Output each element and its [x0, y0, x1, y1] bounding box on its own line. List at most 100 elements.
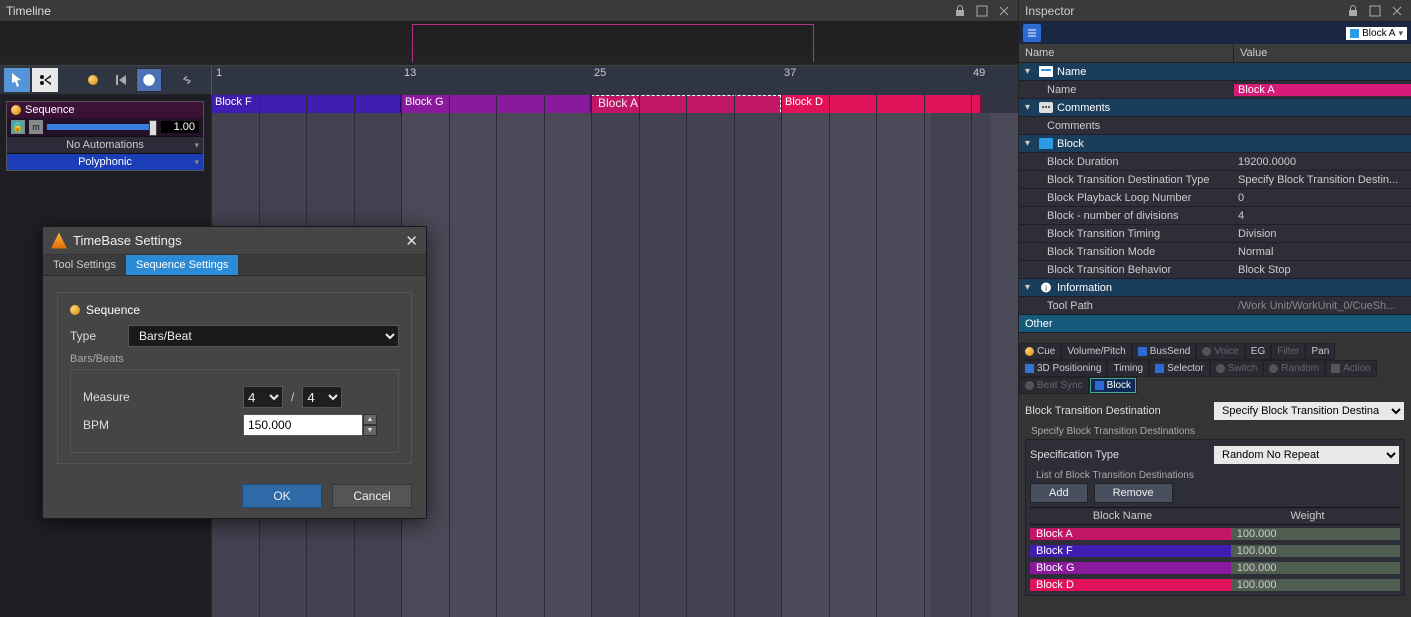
- block-d[interactable]: Block D: [781, 95, 981, 113]
- prop-block-duration[interactable]: Block Duration19200.0000: [1019, 153, 1411, 171]
- col-value: Value: [1234, 44, 1273, 62]
- prop-behavior[interactable]: Block Transition BehaviorBlock Stop: [1019, 261, 1411, 279]
- prop-mode[interactable]: Block Transition ModeNormal: [1019, 243, 1411, 261]
- measure-den[interactable]: 4: [302, 386, 342, 408]
- section-block[interactable]: ▾Block: [1019, 135, 1411, 153]
- btd-select[interactable]: Specify Block Transition Destina: [1213, 401, 1405, 421]
- prop-div[interactable]: Block - number of divisions4: [1019, 207, 1411, 225]
- bpm-down-icon[interactable]: ▼: [363, 425, 377, 436]
- marker-strip: [0, 22, 1018, 66]
- sequence-box[interactable]: Sequence 🔒 m 1.00 No Automations Polypho…: [6, 101, 204, 171]
- tab-volpitch[interactable]: Volume/Pitch: [1061, 343, 1131, 360]
- type-select[interactable]: Bars/Beat: [128, 325, 399, 347]
- automations-select[interactable]: No Automations: [7, 136, 203, 153]
- metronome-icon[interactable]: [136, 68, 162, 92]
- tab-tool-settings[interactable]: Tool Settings: [43, 255, 126, 275]
- bpm-input[interactable]: [243, 414, 363, 436]
- lock-mini-icon[interactable]: 🔒: [11, 120, 25, 134]
- tab-sequence-settings[interactable]: Sequence Settings: [126, 255, 238, 275]
- measure-num[interactable]: 4: [243, 386, 283, 408]
- pos3d-icon: [1025, 364, 1034, 373]
- type-label: Type: [70, 329, 120, 343]
- selection-bracket: [412, 24, 814, 62]
- goto-icon[interactable]: [108, 68, 134, 92]
- spec-caption: Specify Block Transition Destinations: [1025, 424, 1405, 439]
- ruler-mark: 1: [216, 67, 222, 79]
- cue-dot-icon: [11, 105, 21, 115]
- tab-beatsync[interactable]: Beat Sync: [1019, 377, 1089, 394]
- tab-cue[interactable]: Cue: [1019, 343, 1061, 360]
- timeline-toolbar: [0, 66, 211, 95]
- prop-loop[interactable]: Block Playback Loop Number0: [1019, 189, 1411, 207]
- bpm-label: BPM: [83, 418, 243, 432]
- sequence-title: Sequence: [25, 104, 75, 116]
- list-view-icon[interactable]: [1023, 24, 1041, 42]
- property-columns-header: Name Value: [1019, 44, 1411, 63]
- property-grid: ▾Name NameBlock A ▾Comments Comments ▾Bl…: [1019, 63, 1411, 333]
- maximize-icon[interactable]: [1367, 3, 1383, 19]
- timeline-ruler[interactable]: 1 13 25 37 49: [211, 66, 1018, 95]
- close-panel-icon[interactable]: [996, 3, 1012, 19]
- link-icon[interactable]: [174, 68, 200, 92]
- tab-voice[interactable]: Voice: [1196, 343, 1244, 360]
- ok-button[interactable]: OK: [242, 484, 322, 508]
- lock-icon[interactable]: [952, 3, 968, 19]
- cue-dot-icon: [70, 305, 80, 315]
- group-title: Sequence: [86, 303, 140, 317]
- dest-row[interactable]: Block G100.000: [1030, 559, 1400, 576]
- remove-button[interactable]: Remove: [1094, 483, 1173, 503]
- add-button[interactable]: Add: [1030, 483, 1088, 503]
- prop-btdt[interactable]: Block Transition Destination TypeSpecify…: [1019, 171, 1411, 189]
- tab-filter[interactable]: Filter: [1271, 343, 1305, 360]
- spec-type-label: Specification Type: [1030, 449, 1207, 461]
- dialog-titlebar[interactable]: TimeBase Settings ✕: [43, 227, 426, 255]
- close-icon[interactable]: ✕: [405, 232, 418, 250]
- tab-selector[interactable]: Selector: [1149, 360, 1210, 377]
- timeline-header: Timeline: [0, 0, 1018, 22]
- tab-random[interactable]: Random: [1263, 360, 1325, 377]
- selected-block-chip[interactable]: Block A▾: [1346, 27, 1407, 40]
- action-icon: [1331, 364, 1340, 373]
- polyphonic-select[interactable]: Polyphonic: [7, 153, 203, 170]
- section-other[interactable]: Other: [1019, 315, 1411, 333]
- tab-switch[interactable]: Switch: [1210, 360, 1263, 377]
- section-comments[interactable]: ▾Comments: [1019, 99, 1411, 117]
- dest-row[interactable]: Block D100.000: [1030, 576, 1400, 593]
- volume-value: 1.00: [161, 121, 199, 133]
- pointer-tool[interactable]: [4, 68, 30, 92]
- timeline-title: Timeline: [6, 4, 51, 18]
- prop-name[interactable]: NameBlock A: [1019, 81, 1411, 99]
- tab-eg[interactable]: EG: [1245, 343, 1271, 360]
- switch-icon: [1216, 364, 1225, 373]
- tab-3dpos[interactable]: 3D Positioning: [1019, 360, 1107, 377]
- maximize-icon[interactable]: [974, 3, 990, 19]
- record-indicator-icon[interactable]: [80, 68, 106, 92]
- prop-comments[interactable]: Comments: [1019, 117, 1411, 135]
- lock-icon[interactable]: [1345, 3, 1361, 19]
- tab-block[interactable]: Block: [1089, 377, 1137, 394]
- inspector-header: Inspector: [1019, 0, 1411, 22]
- selector-icon: [1155, 364, 1164, 373]
- cue-dot-icon: [1025, 347, 1034, 356]
- scissors-tool[interactable]: [32, 68, 58, 92]
- section-information[interactable]: ▾iInformation: [1019, 279, 1411, 297]
- ruler-mark: 49: [973, 67, 985, 79]
- prop-timing[interactable]: Block Transition TimingDivision: [1019, 225, 1411, 243]
- mute-mini-icon[interactable]: m: [29, 120, 43, 134]
- dest-row[interactable]: Block F100.000: [1030, 542, 1400, 559]
- dest-row[interactable]: Block A100.000: [1030, 525, 1400, 542]
- spec-type-select[interactable]: Random No Repeat: [1213, 445, 1400, 465]
- bpm-up-icon[interactable]: ▲: [363, 414, 377, 425]
- tab-action[interactable]: Action: [1325, 360, 1377, 377]
- cancel-button[interactable]: Cancel: [332, 484, 412, 508]
- beatsync-icon: [1025, 381, 1034, 390]
- tab-bussend[interactable]: BusSend: [1132, 343, 1197, 360]
- prop-toolpath: Tool Path/Work Unit/WorkUnit_0/CueSh...: [1019, 297, 1411, 315]
- section-name[interactable]: ▾Name: [1019, 63, 1411, 81]
- block-chip-icon: [1350, 29, 1359, 38]
- tab-timing[interactable]: Timing: [1107, 360, 1149, 377]
- tab-pan[interactable]: Pan: [1305, 343, 1335, 360]
- block-tab-icon: [1095, 381, 1104, 390]
- volume-slider[interactable]: [47, 124, 157, 130]
- close-panel-icon[interactable]: [1389, 3, 1405, 19]
